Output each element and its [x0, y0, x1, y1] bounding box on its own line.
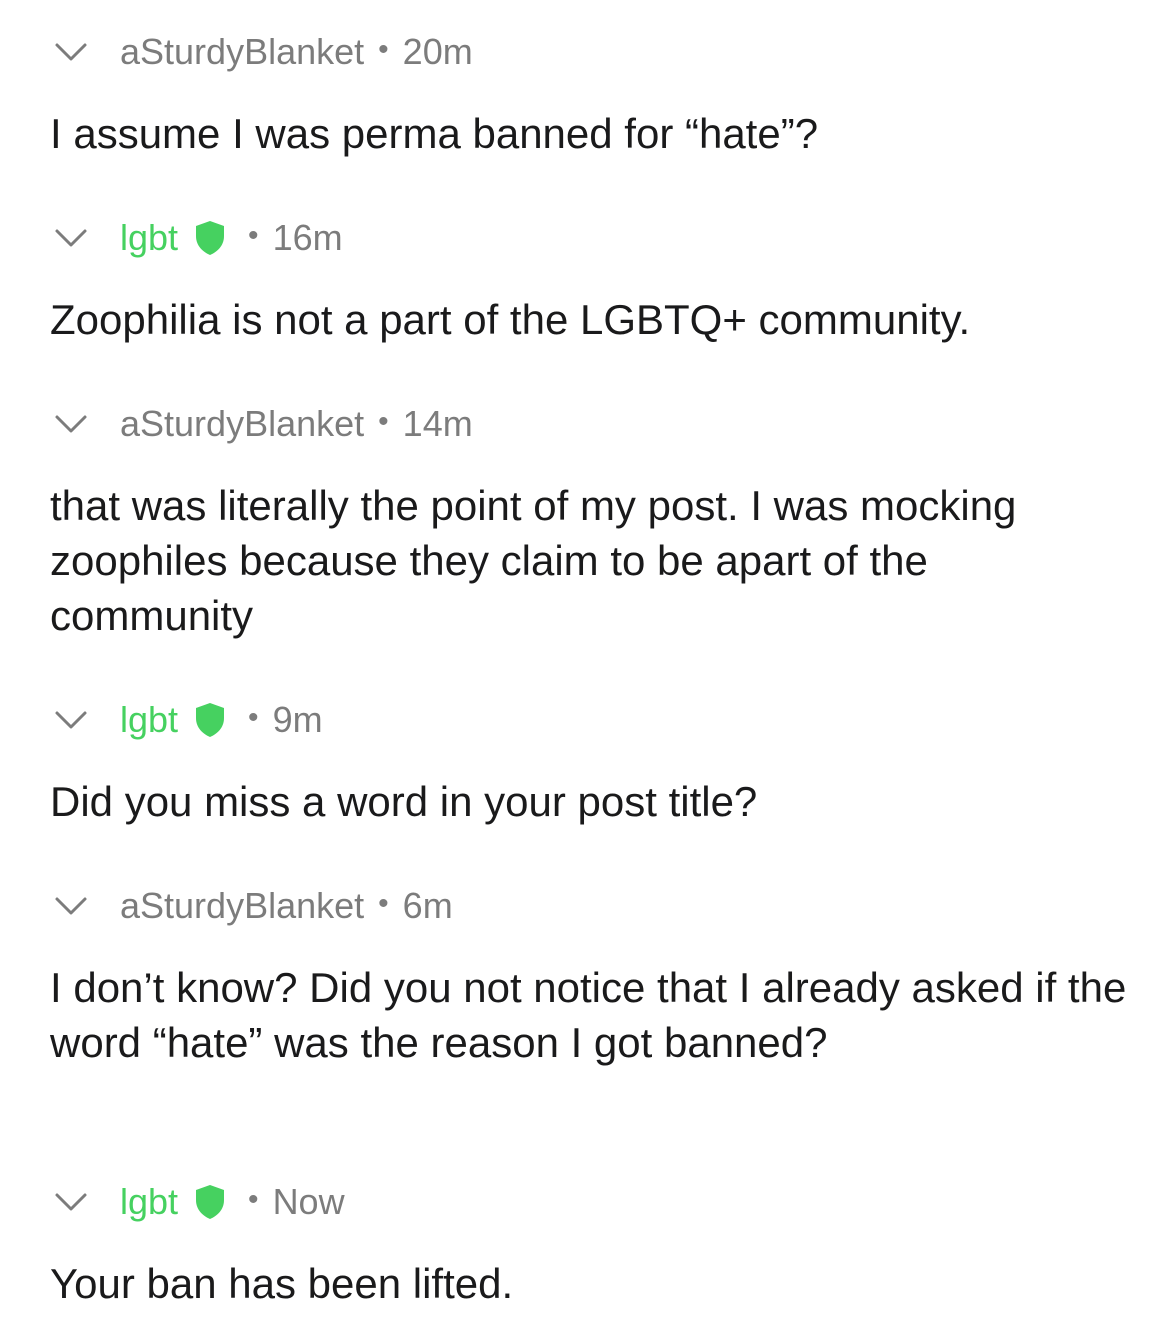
comment-author[interactable]: lgbt — [120, 217, 178, 259]
separator-dot: • — [378, 887, 389, 920]
comment-body: Zoophilia is not a part of the LGBTQ+ co… — [50, 296, 971, 343]
comment-time: 20m — [402, 31, 473, 72]
comment-body: Your ban has been lifted. — [50, 1260, 514, 1307]
separator-dot: • — [248, 1183, 259, 1216]
chevron-down-icon[interactable] — [54, 412, 88, 436]
comment-author[interactable]: aSturdyBlanket — [120, 31, 364, 73]
comment-author[interactable]: lgbt — [120, 699, 178, 741]
comment-time: 6m — [402, 885, 453, 926]
comment-meta: lgbt • 16m — [54, 216, 343, 260]
chevron-down-icon[interactable] — [54, 894, 88, 918]
comment-meta: aSturdyBlanket • 6m — [54, 884, 453, 928]
comment-time: 14m — [402, 403, 473, 444]
shield-icon — [194, 702, 226, 738]
comment-author[interactable]: lgbt — [120, 1181, 178, 1223]
separator-dot: • — [378, 405, 389, 438]
comment-meta: aSturdyBlanket • 20m — [54, 30, 473, 74]
comment-thread: aSturdyBlanket • 20m I assume I was perm… — [0, 0, 1170, 1340]
separator-dot: • — [248, 219, 259, 252]
comment-body: that was literally the point of my post.… — [50, 482, 1017, 639]
chevron-down-icon[interactable] — [54, 1190, 88, 1214]
shield-icon — [194, 1184, 226, 1220]
chevron-down-icon[interactable] — [54, 708, 88, 732]
comment-body: I assume I was perma banned for “hate”? — [50, 110, 819, 157]
comment-body: Did you miss a word in your post title? — [50, 778, 758, 825]
separator-dot: • — [248, 701, 259, 734]
comment-meta: aSturdyBlanket • 14m — [54, 402, 473, 446]
shield-icon — [194, 220, 226, 256]
chevron-down-icon[interactable] — [54, 226, 88, 250]
comment-time: 9m — [272, 699, 323, 740]
comment-author[interactable]: aSturdyBlanket — [120, 885, 364, 927]
separator-dot: • — [378, 33, 389, 66]
comment-author[interactable]: aSturdyBlanket — [120, 403, 364, 445]
comment-time: 16m — [272, 217, 343, 258]
comment-body: I don’t know? Did you not notice that I … — [50, 964, 1127, 1066]
comment-meta: lgbt • 9m — [54, 698, 323, 742]
chevron-down-icon[interactable] — [54, 40, 88, 64]
comment-meta: lgbt • Now — [54, 1180, 345, 1224]
comment-time: Now — [272, 1181, 345, 1222]
